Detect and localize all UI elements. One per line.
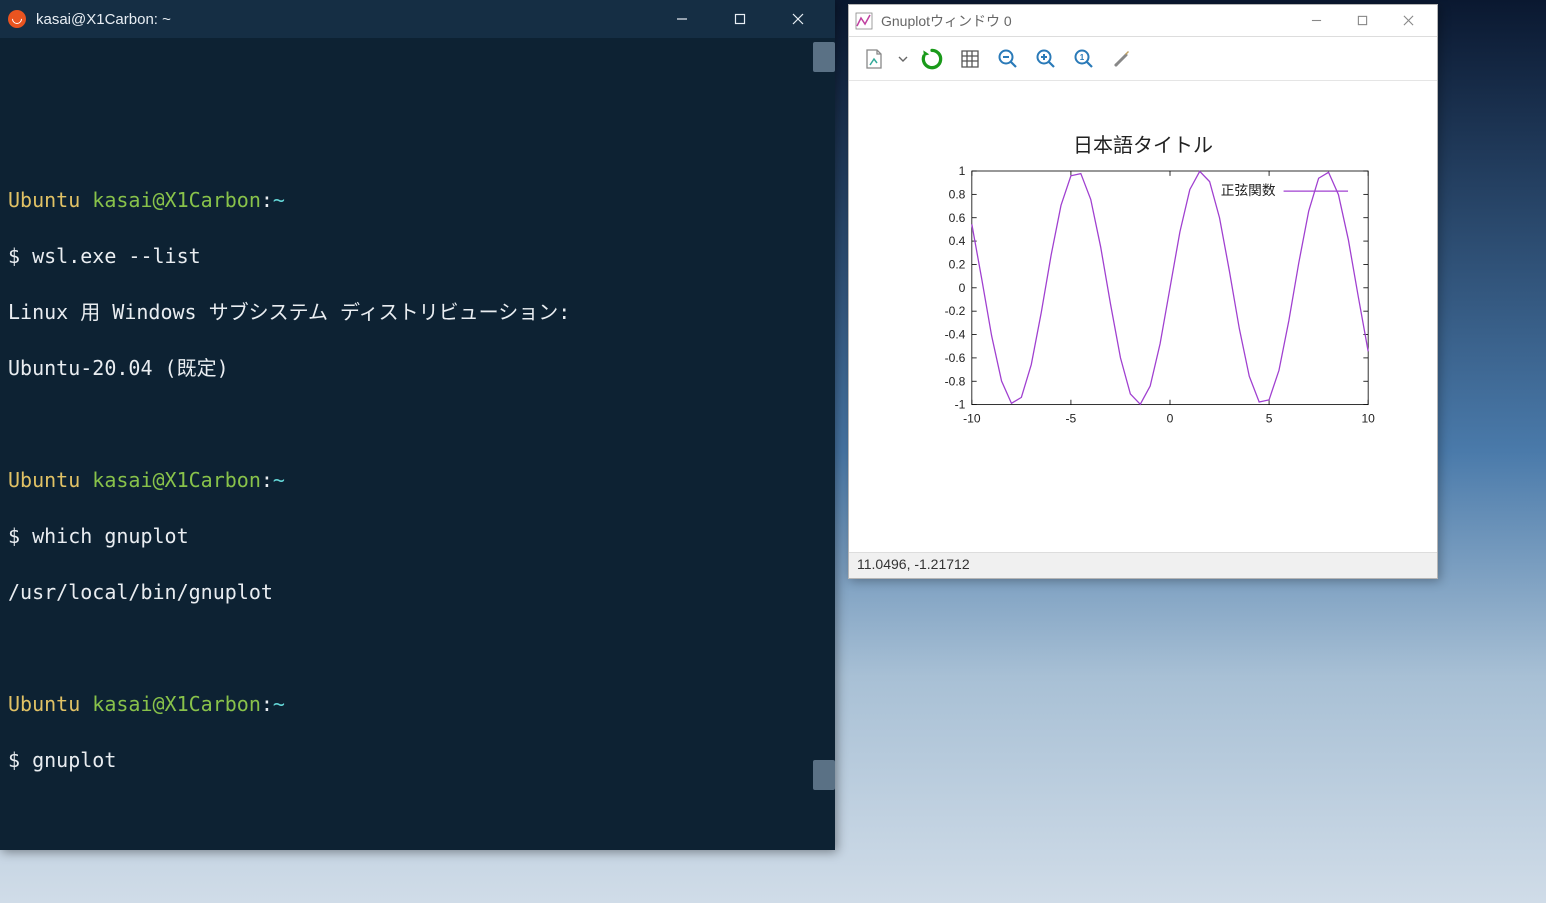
zoom-in-icon[interactable] [1031,44,1061,74]
gnuplot-window: Gnuplotウィンドウ 0 1 日本語タイトル 1 0.8 0.6 0.4 0.2 0 -… [848,4,1438,579]
maximize-button[interactable] [711,0,769,38]
terminal-prompt: Ubuntu kasai@X1Carbon:~ [8,466,831,494]
terminal-command: $ which gnuplot [8,522,831,550]
terminal-prompt: Ubuntu kasai@X1Carbon:~ [8,690,831,718]
close-button[interactable] [1385,6,1431,36]
svg-text:1: 1 [1080,53,1085,62]
terminal-line [8,130,831,158]
minimize-button[interactable] [653,0,711,38]
terminal-window: kasai@X1Carbon: ~ Ubuntu kasai@X1Carbon:… [0,0,835,850]
svg-text:0: 0 [1167,411,1174,425]
scrollbar-thumb-bottom[interactable] [813,760,835,790]
svg-text:-0.4: -0.4 [945,328,966,342]
svg-text:0.6: 0.6 [949,211,966,225]
terminal-output: /usr/local/bin/gnuplot [8,578,831,606]
terminal-prompt: Ubuntu kasai@X1Carbon:~ [8,186,831,214]
terminal-command: $ wsl.exe --list [8,242,831,270]
chart: 10.80.60.40.20-0.2-0.4-0.6-0.8-1-10-5051… [924,171,1416,461]
dropdown-arrow-icon[interactable] [897,44,909,74]
grid-icon[interactable] [955,44,985,74]
svg-text:0: 0 [959,281,966,295]
plot-area[interactable]: 日本語タイトル 1 0.8 0.6 0.4 0.2 0 -0.2 -0.4 -0.6 -0.8 -1… [849,81,1437,552]
plot-title: 日本語タイトル [849,129,1437,158]
terminal-output: Ubuntu-20.04 (既定) [8,354,831,382]
minimize-button[interactable] [1293,6,1339,36]
terminal-line [8,410,831,438]
svg-text:正弦関数: 正弦関数 [1221,183,1276,198]
svg-text:-10: -10 [963,411,981,425]
maximize-button[interactable] [1339,6,1385,36]
svg-text:0.8: 0.8 [949,187,966,201]
close-button[interactable] [769,0,827,38]
terminal-titlebar[interactable]: kasai@X1Carbon: ~ [0,0,835,38]
zoom-out-icon[interactable] [993,44,1023,74]
replot-icon[interactable] [917,44,947,74]
svg-text:-5: -5 [1066,411,1077,425]
terminal-body[interactable]: Ubuntu kasai@X1Carbon:~ $ wsl.exe --list… [0,38,835,850]
gnuplot-icon [855,12,873,30]
gnuplot-title: Gnuplotウィンドウ 0 [881,11,1293,31]
settings-icon[interactable] [1107,44,1137,74]
terminal-title: kasai@X1Carbon: ~ [36,11,653,28]
svg-text:1: 1 [959,164,966,178]
zoom-reset-icon[interactable]: 1 [1069,44,1099,74]
svg-text:5: 5 [1266,411,1273,425]
gnuplot-toolbar: 1 [849,37,1437,81]
svg-text:-1: -1 [955,398,966,412]
status-bar: 11.0496, -1.21712 [849,552,1437,578]
svg-text:-0.6: -0.6 [945,351,966,365]
gnuplot-titlebar[interactable]: Gnuplotウィンドウ 0 [849,5,1437,37]
terminal-output: Linux 用 Windows サブシステム ディストリビューション: [8,298,831,326]
svg-text:-0.8: -0.8 [945,374,966,388]
svg-text:10: 10 [1361,411,1375,425]
terminal-command: $ gnuplot [8,746,831,774]
svg-text:0.4: 0.4 [949,234,966,248]
terminal-line [8,802,831,830]
ubuntu-icon [8,10,26,28]
export-icon[interactable] [859,44,889,74]
scrollbar-thumb-top[interactable] [813,42,835,72]
svg-text:-0.2: -0.2 [945,304,966,318]
terminal-line [8,634,831,662]
svg-text:0.2: 0.2 [949,257,966,271]
